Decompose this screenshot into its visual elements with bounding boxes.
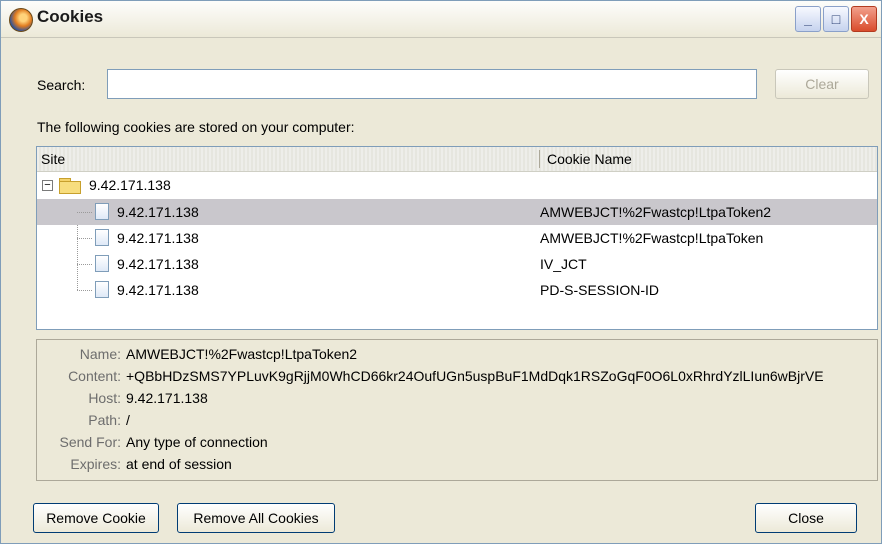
cookie-file-icon xyxy=(95,203,109,220)
tree-connector-line xyxy=(77,290,93,291)
cookie-tree[interactable]: Site Cookie Name − 9.42.171.138 9.42.171… xyxy=(36,146,878,330)
column-separator[interactable] xyxy=(539,150,540,168)
clear-button[interactable]: Clear xyxy=(775,69,869,99)
table-row[interactable]: 9.42.171.138 AMWEBJCT!%2Fwastcp!LtpaToke… xyxy=(37,225,877,251)
minimize-button[interactable]: _ xyxy=(795,6,821,32)
cookies-window: Cookies _ □ X Search: Clear The followin… xyxy=(0,0,882,544)
remove-all-cookies-button[interactable]: Remove All Cookies xyxy=(177,503,335,533)
collapse-icon[interactable]: − xyxy=(42,180,53,191)
cookie-file-icon xyxy=(95,229,109,246)
tree-connector-line xyxy=(77,264,93,265)
detail-expires-label: Expires: xyxy=(70,456,121,472)
maximize-button[interactable]: □ xyxy=(823,6,849,32)
detail-expires-row: Expires: at end of session xyxy=(37,456,877,478)
detail-path-value: / xyxy=(126,412,130,428)
tree-connector-line xyxy=(77,238,93,239)
table-row[interactable]: 9.42.171.138 PD-S-SESSION-ID xyxy=(37,277,877,303)
close-window-button[interactable]: X xyxy=(851,6,877,32)
search-input[interactable] xyxy=(107,69,757,99)
detail-path-label: Path: xyxy=(88,412,121,428)
row-site: 9.42.171.138 xyxy=(117,282,199,298)
window-title: Cookies xyxy=(37,7,104,26)
detail-content-value: +QBbHDzSMS7YPLuvK9gRjjM0WhCD66kr24OufUGn… xyxy=(126,368,824,384)
detail-name-value: AMWEBJCT!%2Fwastcp!LtpaToken2 xyxy=(126,346,358,362)
search-label: Search: xyxy=(37,77,86,93)
detail-host-label: Host: xyxy=(88,390,121,406)
cookie-file-icon xyxy=(95,281,109,298)
detail-host-value: 9.42.171.138 xyxy=(126,390,208,406)
tree-header: Site Cookie Name xyxy=(37,147,877,172)
remove-cookie-button[interactable]: Remove Cookie xyxy=(33,503,159,533)
table-row[interactable]: 9.42.171.138 AMWEBJCT!%2Fwastcp!LtpaToke… xyxy=(37,199,877,225)
folder-open-icon xyxy=(59,178,81,194)
detail-expires-value: at end of session xyxy=(126,456,232,472)
detail-path-row: Path: / xyxy=(37,412,877,434)
info-text: The following cookies are stored on your… xyxy=(37,119,355,135)
detail-name-row: Name: AMWEBJCT!%2Fwastcp!LtpaToken2 xyxy=(37,346,877,368)
tree-connector-line xyxy=(77,212,93,213)
cookie-file-icon xyxy=(95,255,109,272)
detail-send-for-row: Send For: Any type of connection xyxy=(37,434,877,456)
root-site-label: 9.42.171.138 xyxy=(89,177,171,193)
detail-content-row: Content: +QBbHDzSMS7YPLuvK9gRjjM0WhCD66k… xyxy=(37,368,877,390)
row-site: 9.42.171.138 xyxy=(117,204,199,220)
row-cookie-name: PD-S-SESSION-ID xyxy=(540,282,660,298)
column-header-site[interactable]: Site xyxy=(41,151,65,167)
detail-host-row: Host: 9.42.171.138 xyxy=(37,390,877,412)
table-row[interactable]: 9.42.171.138 IV_JCT xyxy=(37,251,877,277)
row-site: 9.42.171.138 xyxy=(117,230,199,246)
cookie-details-panel: Name: AMWEBJCT!%2Fwastcp!LtpaToken2 Cont… xyxy=(36,339,878,481)
column-header-cookie-name[interactable]: Cookie Name xyxy=(547,151,632,167)
detail-send-for-label: Send For: xyxy=(59,434,121,450)
detail-content-label: Content: xyxy=(68,368,121,384)
tree-root-row[interactable]: − 9.42.171.138 xyxy=(37,173,877,199)
row-cookie-name: AMWEBJCT!%2Fwastcp!LtpaToken xyxy=(540,230,764,246)
row-site: 9.42.171.138 xyxy=(117,256,199,272)
firefox-logo-icon xyxy=(9,8,33,32)
close-button[interactable]: Close xyxy=(755,503,857,533)
row-cookie-name: AMWEBJCT!%2Fwastcp!LtpaToken2 xyxy=(540,204,772,220)
title-bar[interactable]: Cookies _ □ X xyxy=(1,1,881,38)
detail-send-for-value: Any type of connection xyxy=(126,434,268,450)
row-cookie-name: IV_JCT xyxy=(540,256,587,272)
detail-name-label: Name: xyxy=(79,346,121,362)
